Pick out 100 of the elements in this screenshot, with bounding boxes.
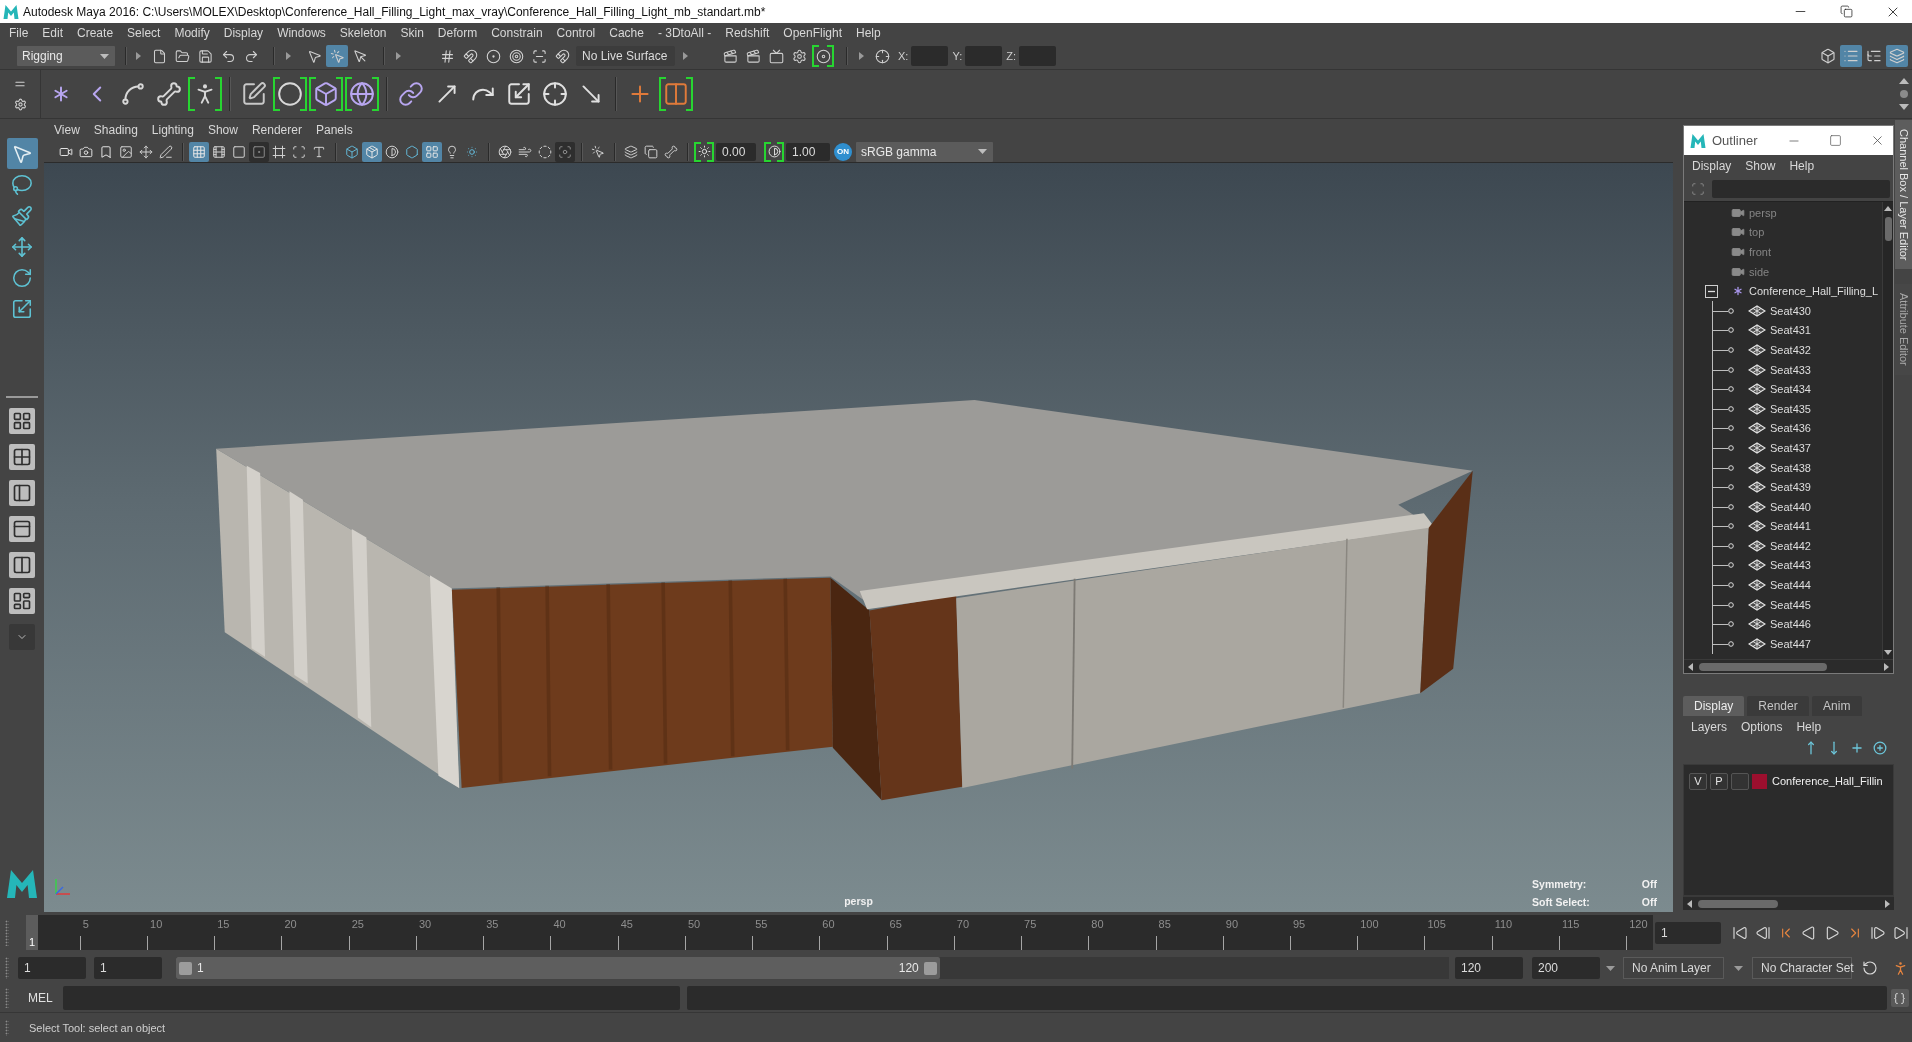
range-slider[interactable]: 1 120 <box>176 957 1449 979</box>
result-field[interactable] <box>686 986 1887 1010</box>
menu-item[interactable]: Panels <box>315 123 353 137</box>
outliner-item[interactable]: Conference_Hall_Filling_L <box>1749 285 1879 298</box>
outliner-item[interactable]: Seat439 <box>1770 481 1811 494</box>
menu-item[interactable]: Constrain <box>491 26 543 40</box>
menu-item[interactable]: Redshift <box>725 26 770 40</box>
menu-item[interactable]: Cache <box>609 26 644 40</box>
outliner-item[interactable]: Seat431 <box>1770 324 1811 337</box>
outliner-item[interactable]: Seat430 <box>1770 304 1811 317</box>
playback-toggle[interactable]: P <box>1710 772 1728 790</box>
menu-item[interactable]: Select <box>127 26 161 40</box>
menu-item[interactable]: Skin <box>400 26 424 40</box>
contrast-icon[interactable] <box>764 141 784 162</box>
outliner-item[interactable]: Seat444 <box>1770 579 1811 592</box>
collapse-icon[interactable] <box>1705 284 1718 298</box>
current-frame[interactable]: 1 <box>26 915 38 950</box>
coordinate-field[interactable] <box>911 46 949 66</box>
settings-icon[interactable] <box>13 98 27 111</box>
gamma-field[interactable]: 1.00 <box>786 142 830 161</box>
tab[interactable]: Anim <box>1811 696 1862 716</box>
menu-item[interactable]: Skeleton <box>339 26 387 40</box>
triangle-icon[interactable] <box>859 52 864 60</box>
menu-item[interactable]: Edit <box>42 26 64 40</box>
grid-squares-icon[interactable] <box>422 141 442 162</box>
pointer-click-icon[interactable] <box>326 45 348 67</box>
grip-icon[interactable] <box>5 957 9 979</box>
layer-name[interactable]: Conference_Hall_Fillin <box>1772 775 1883 787</box>
outliner-item[interactable]: Seat436 <box>1770 422 1811 435</box>
layers-icon[interactable] <box>1886 45 1908 67</box>
menu-item[interactable]: Help <box>856 26 881 40</box>
language-label[interactable]: MEL <box>28 991 53 1005</box>
two-column-icon[interactable] <box>9 552 35 578</box>
outliner-item[interactable]: Seat446 <box>1770 618 1811 631</box>
menu-item[interactable]: Shading <box>93 123 138 137</box>
tab[interactable]: Render <box>1747 696 1809 716</box>
tab[interactable]: Display <box>1683 696 1745 716</box>
menu-item[interactable]: Show <box>1745 159 1776 173</box>
outliner-item[interactable]: Seat432 <box>1770 343 1811 356</box>
menu-item[interactable]: Control <box>556 26 596 40</box>
outliner-item[interactable]: Seat442 <box>1770 539 1811 552</box>
outliner-item[interactable]: Seat441 <box>1770 520 1811 533</box>
outliner-item[interactable]: Seat440 <box>1770 500 1811 513</box>
menu-item[interactable]: Options <box>1741 720 1783 734</box>
outliner-item[interactable]: Seat435 <box>1770 402 1811 415</box>
menu-item[interactable]: OpenFlight <box>783 26 842 40</box>
scrollbar[interactable] <box>1684 659 1893 673</box>
search-field[interactable] <box>1712 180 1890 198</box>
outliner-item[interactable]: Seat445 <box>1770 598 1811 611</box>
menu-item[interactable]: Deform <box>437 26 478 40</box>
menu-item[interactable]: Layers <box>1691 720 1728 734</box>
outliner-item[interactable]: front <box>1749 246 1771 258</box>
current-frame-field[interactable]: 1 <box>1655 921 1721 944</box>
exposure-field[interactable]: 0.00 <box>716 142 756 161</box>
menu-item[interactable]: Create <box>77 26 114 40</box>
maximize-icon[interactable] <box>1829 134 1842 147</box>
sun-icon[interactable] <box>694 141 714 162</box>
color-management-button[interactable]: ON <box>834 142 852 161</box>
triangle-icon[interactable] <box>286 52 291 60</box>
coordinate-field[interactable] <box>1019 46 1056 66</box>
menu-item[interactable]: Help <box>1796 720 1822 734</box>
outliner-item[interactable]: Seat437 <box>1770 441 1811 454</box>
restore-icon[interactable] <box>1840 5 1853 18</box>
playback-end-field[interactable]: 120 <box>1455 957 1523 979</box>
visibility-toggle[interactable]: V <box>1689 772 1707 790</box>
four-pane-icon[interactable] <box>9 444 35 470</box>
coordinate-field[interactable] <box>965 46 1003 66</box>
timeline[interactable]: 1 5 10 15 20 25 30 35 40 45 50 55 60 65 70 75 80 85 90 95 100 105 110 115 120 <box>26 915 1653 950</box>
panel-left-icon[interactable] <box>9 480 35 506</box>
live-surface-field[interactable]: No Live Surface <box>576 46 675 66</box>
close-icon[interactable] <box>1870 133 1885 148</box>
triangle-icon[interactable] <box>396 52 401 60</box>
menu-item[interactable]: Renderer <box>251 123 302 137</box>
menu-set-dropdown[interactable]: Rigging <box>17 46 115 66</box>
menu-item[interactable]: View <box>54 123 80 137</box>
menu-item[interactable]: Modify <box>174 26 210 40</box>
playback-start-field[interactable]: 1 <box>94 957 162 979</box>
package-icon[interactable] <box>362 141 382 162</box>
grid-layout-icon[interactable] <box>9 408 35 434</box>
rotate-icon[interactable] <box>1860 958 1880 978</box>
outliner-item[interactable]: side <box>1749 265 1770 278</box>
menu-item[interactable]: Help <box>1789 159 1815 173</box>
anim-layer-dropdown[interactable]: No Anim Layer <box>1623 957 1724 979</box>
outliner-item[interactable]: persp <box>1749 206 1777 219</box>
side-tab[interactable]: Channel Box / Layer Editor <box>1895 120 1912 270</box>
command-field[interactable] <box>62 986 680 1010</box>
grid-icon[interactable] <box>189 141 209 162</box>
menu-item[interactable]: File <box>9 26 29 40</box>
menu-item[interactable]: Display <box>1692 159 1732 173</box>
outliner-item[interactable]: top <box>1749 226 1765 239</box>
scroll-arrows-icon[interactable] <box>1898 76 1910 112</box>
color-swatch-icon[interactable] <box>1752 773 1767 789</box>
outliner-item[interactable]: Seat447 <box>1770 637 1811 650</box>
outliner-item[interactable]: Seat434 <box>1770 383 1811 396</box>
list-icon[interactable] <box>1840 45 1862 67</box>
braces-icon[interactable] <box>1890 989 1909 1007</box>
menu-item[interactable]: Lighting <box>151 123 194 137</box>
menu-item[interactable]: Show <box>207 123 238 137</box>
outliner-item[interactable]: Seat438 <box>1770 461 1811 474</box>
menu-item[interactable]: Windows <box>277 26 326 40</box>
